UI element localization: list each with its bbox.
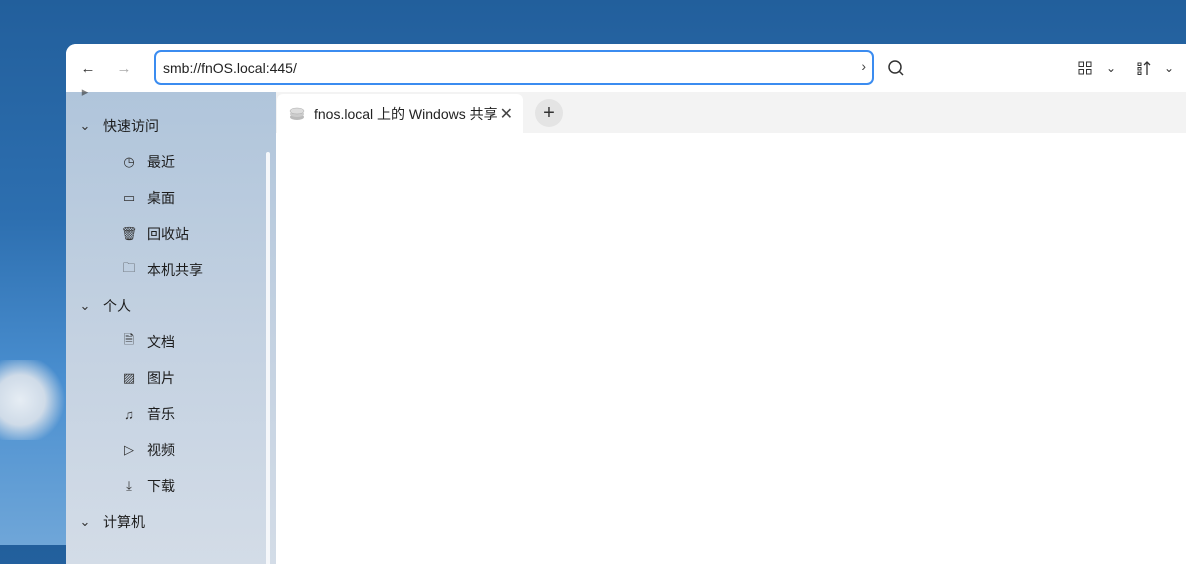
group-label: 计算机: [103, 514, 145, 530]
chevron-down-icon: ⌄: [79, 118, 91, 133]
go-chevron-icon[interactable]: ›: [861, 58, 866, 74]
sidebar-item-documents[interactable]: 🗎 文档: [120, 324, 175, 360]
chevron-down-icon: ⌄: [79, 298, 91, 313]
new-tab-button[interactable]: +: [535, 99, 563, 127]
tab-windows-share[interactable]: fnos.local 上的 Windows 共享 ✕: [277, 94, 523, 133]
sort-icon: [1137, 61, 1151, 75]
trash-icon: 🗑︎: [120, 226, 138, 241]
sidebar-item-videos[interactable]: ▷ 视频: [120, 432, 175, 468]
item-label: 桌面: [147, 190, 175, 206]
item-label: 图片: [147, 370, 175, 386]
sidebar-item-downloads[interactable]: ⤓ 下载: [120, 468, 175, 504]
sidebar-item-music[interactable]: ♫ 音乐: [120, 396, 175, 432]
address-text: smb://fnOS.local:445/: [163, 59, 297, 76]
item-label: 音乐: [147, 406, 175, 422]
item-label: 回收站: [147, 226, 189, 242]
music-icon: ♫: [124, 406, 134, 422]
grid-icon: [1078, 61, 1092, 75]
content-area: fnos.local 上的 Windows 共享 ✕ +: [276, 92, 1186, 564]
clock-icon: ◷: [123, 154, 135, 169]
download-icon: ⤓: [126, 478, 132, 493]
video-icon: ▷: [124, 442, 134, 457]
sidebar-scrollbar[interactable]: [266, 152, 270, 564]
monitor-icon: ▭: [122, 190, 136, 205]
network-drive-icon: [289, 107, 305, 120]
group-label: 快速访问: [103, 118, 159, 134]
item-label: 本机共享: [147, 262, 203, 278]
close-tab-icon[interactable]: ✕: [500, 104, 513, 124]
view-mode-button[interactable]: [1071, 54, 1099, 82]
sidebar-partial-item[interactable]: ▸: [76, 74, 103, 110]
sidebar-group-computer[interactable]: ⌄ 计算机: [76, 504, 145, 540]
image-icon: ▨: [122, 370, 136, 385]
sidebar-item-desktop[interactable]: ▭ 桌面: [120, 180, 175, 216]
sidebar-group-personal[interactable]: ⌄ 个人: [76, 288, 131, 324]
chevron-down-icon: ⌄: [79, 514, 91, 529]
toolbar: ← → smb://fnOS.local:445/ › ⌄ ⌄: [66, 44, 1186, 92]
search-button[interactable]: [882, 54, 910, 82]
address-bar[interactable]: smb://fnOS.local:445/ ›: [154, 50, 874, 85]
forward-button[interactable]: →: [110, 54, 138, 82]
sidebar: ▸ ⌄ 快速访问 ◷ 最近 ▭ 桌面 🗑︎ 回收站 🗀 本机共享 ⌄ 个人 🗎 文档 ▨ 图片 …: [66, 84, 276, 564]
item-label: 下载: [147, 478, 175, 494]
view-mode-chevron-icon[interactable]: ⌄: [1097, 54, 1125, 82]
sidebar-item-recent[interactable]: ◷ 最近: [120, 144, 175, 180]
item-label: 最近: [147, 154, 175, 170]
chevron-right-icon: ▸: [81, 84, 89, 99]
search-icon: [888, 60, 904, 76]
sidebar-item-pictures[interactable]: ▨ 图片: [120, 360, 175, 396]
sidebar-item-local-share[interactable]: 🗀 本机共享: [120, 252, 203, 288]
sort-chevron-icon[interactable]: ⌄: [1155, 54, 1183, 82]
group-label: 个人: [103, 298, 131, 314]
sort-button[interactable]: [1130, 54, 1158, 82]
file-manager-window: ← → smb://fnOS.local:445/ › ⌄ ⌄ ▸ ⌄ 快速访问 …: [66, 44, 1186, 564]
tab-bar: fnos.local 上的 Windows 共享 ✕ +: [276, 92, 1186, 133]
tab-label: fnos.local 上的 Windows 共享: [314, 105, 498, 122]
folder-icon: 🗀: [122, 260, 136, 275]
item-label: 视频: [147, 442, 175, 458]
sidebar-item-trash[interactable]: 🗑︎ 回收站: [120, 216, 189, 252]
sidebar-group-quick-access[interactable]: ⌄ 快速访问: [76, 108, 159, 144]
document-icon: 🗎: [123, 332, 135, 347]
item-label: 文档: [147, 334, 175, 350]
